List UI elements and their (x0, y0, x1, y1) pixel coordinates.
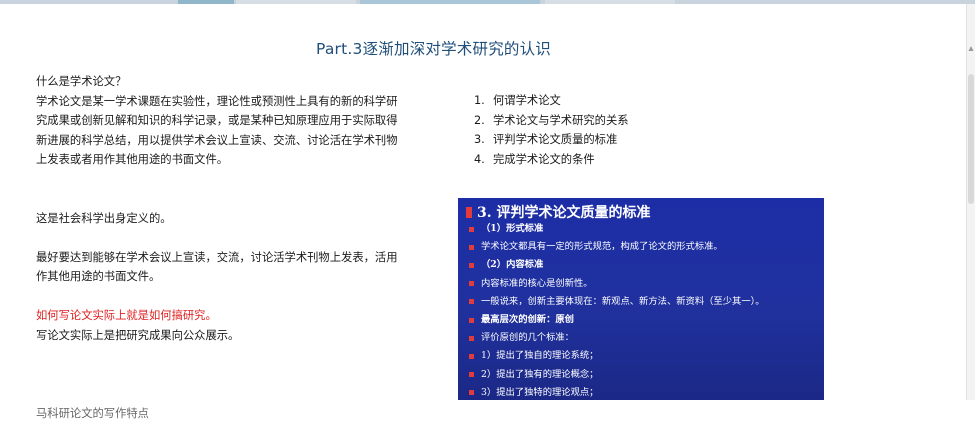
highlight-text: 如何写论文实际上就是如何搞研究。 (36, 306, 404, 326)
slide-bullet-text: 一般说来，创新主要体现在：新观点、新方法、新资料（至少其一）。 (481, 293, 765, 311)
tab-strip-segment[interactable] (360, 0, 540, 4)
tab-strip-segment[interactable] (178, 0, 234, 4)
slide-heading: 3. 评判学术论文质量的标准 (466, 202, 651, 222)
slide-bullet-row: （1）形式标准 (469, 220, 824, 238)
slide-bullet-icon (469, 263, 474, 268)
scroll-up-arrow-icon[interactable] (968, 44, 974, 54)
scrollbar-thumb[interactable] (968, 74, 974, 204)
slide-bullet-row: 内容标准的核心是创新性。 (469, 275, 824, 293)
slide-bullet-icon (469, 336, 474, 341)
slide-bullet-row: 2）提出了独有的理论概念； (469, 366, 824, 384)
toc-item: 1.何谓学术论文 (474, 91, 629, 111)
slide-bullet-icon (469, 354, 474, 359)
definition-line: 上发表或者用作其他用途的书面文件。 (36, 150, 404, 170)
slide-bullet-icon (469, 318, 474, 323)
definition-note: 这是社会科学出身定义的。 (36, 209, 404, 229)
slide-bullet-row: 学术论文都具有一定的形式规范，构成了论文的形式标准。 (469, 238, 824, 256)
slide-bullet-icon (469, 372, 474, 377)
vertical-scrollbar[interactable] (966, 4, 975, 400)
slide-bullet-text: （2）内容标准 (481, 256, 543, 274)
slide-bullet-text: 1）提出了独自的理论系统； (481, 347, 598, 365)
question-heading: 什么是学术论文？ (36, 72, 404, 92)
next-heading-partial: 马科研论文的写作特点 (36, 404, 404, 423)
slide-bullet-icon (469, 299, 474, 304)
toc-item: 3.评判学术论文质量的标准 (474, 130, 629, 150)
slide-bullet-icon (469, 281, 474, 286)
slide-bullet-row: （2）内容标准 (469, 256, 824, 274)
toc-list: 1.何谓学术论文 2.学术论文与学术研究的关系 3.评判学术论文质量的标准 4.… (474, 91, 629, 169)
slide-bullet-icon (466, 207, 472, 218)
tab-strip-segment[interactable] (545, 0, 675, 4)
slide-bullet-list: （1）形式标准学术论文都具有一定的形式规范，构成了论文的形式标准。（2）内容标准… (469, 220, 824, 400)
definition-line: 究成果或创新见解和知识的科学记录，或是某种已知原理应用于实际取得 (36, 111, 404, 131)
slide-bullet-icon (469, 227, 474, 232)
top-tab-strip (0, 0, 975, 4)
definition-section: 什么是学术论文？ 学术论文是某一学术课题在实验性，理论性或预测性上具有的新的科学… (36, 72, 404, 423)
definition-line: 新进展的科学总结，用以提供学术会议上宣读、交流、讨论活在学术刊物 (36, 131, 404, 151)
slide-bullet-icon (469, 390, 474, 395)
slide-image: 3. 评判学术论文质量的标准 （1）形式标准学术论文都具有一定的形式规范，构成了… (458, 198, 824, 400)
slide-bullet-row: 最高层次的创新：原创 (469, 311, 824, 329)
toc-item: 4.完成学术论文的条件 (474, 150, 629, 170)
slide-bullet-row: 一般说来，创新主要体现在：新观点、新方法、新资料（至少其一）。 (469, 293, 824, 311)
slide-bullet-text: 学术论文都具有一定的形式规范，构成了论文的形式标准。 (481, 238, 723, 256)
better-definition-line: 最好要达到能够在学术会议上宣读，交流，讨论活学术刊物上发表，活用 (36, 248, 404, 268)
slide-bullet-text: 内容标准的核心是创新性。 (481, 275, 593, 293)
summary-text: 写论文实际上是把研究成果向公众展示。 (36, 326, 404, 346)
slide-bullet-text: （1）形式标准 (481, 220, 543, 238)
slide-bullet-row: 评价原创的几个标准： (469, 329, 824, 347)
tab-strip-segment[interactable] (236, 0, 356, 4)
toc-item: 2.学术论文与学术研究的关系 (474, 111, 629, 131)
slide-bullet-text: 最高层次的创新：原创 (481, 311, 574, 329)
slide-bullet-row: 1）提出了独自的理论系统； (469, 347, 824, 365)
definition-line: 学术论文是某一学术课题在实验性，理论性或预测性上具有的新的科学研 (36, 92, 404, 112)
slide-bullet-icon (469, 245, 474, 250)
slide-bullet-text: 评价原创的几个标准： (481, 329, 574, 347)
slide-bullet-text: 3）提出了独特的理论观点； (481, 384, 598, 400)
slide-bullet-text: 2）提出了独有的理论概念； (481, 366, 598, 384)
better-definition-line: 作其他用途的书面文件。 (36, 267, 404, 287)
slide-bullet-row: 3）提出了独特的理论观点； (469, 384, 824, 400)
page-title: Part.3逐渐加深对学术研究的认识 (0, 37, 867, 59)
